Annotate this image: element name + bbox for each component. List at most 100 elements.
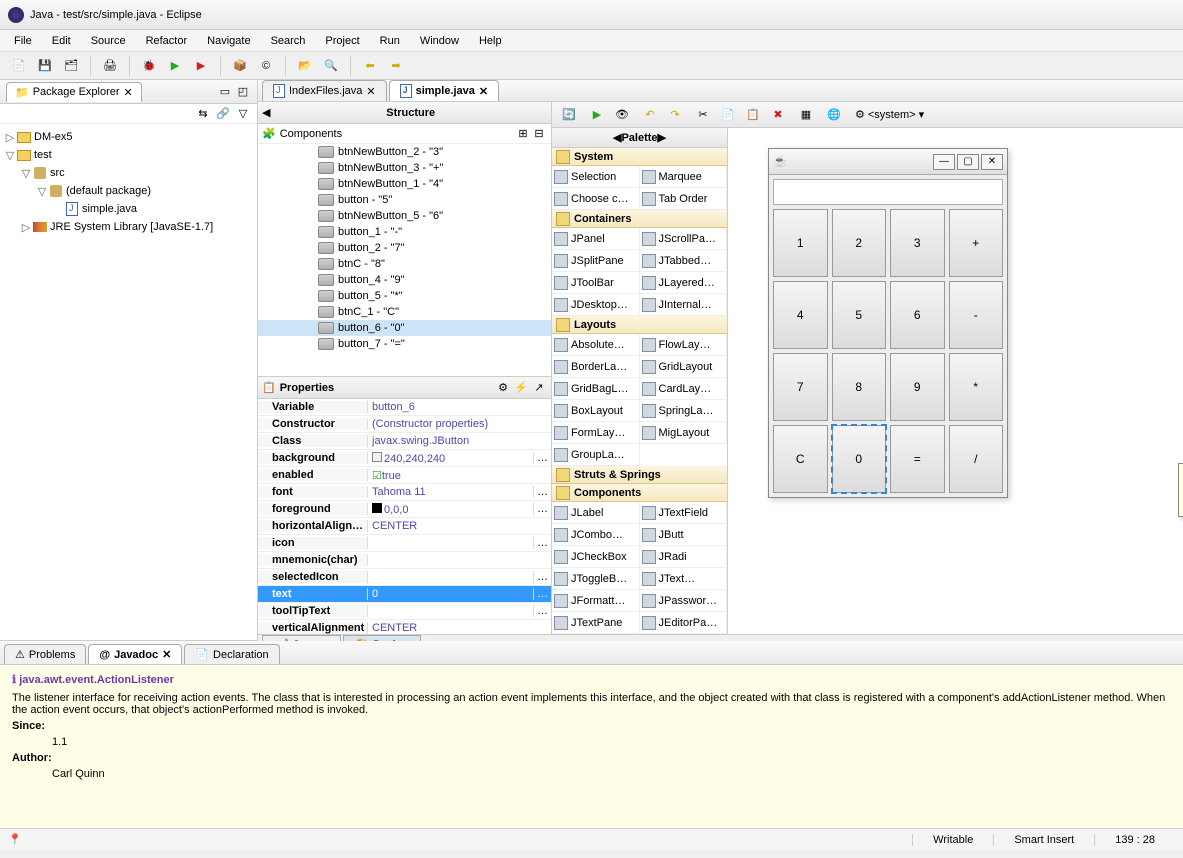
prop-edit-button[interactable]: … [533,605,551,617]
calc-button-9[interactable]: 9 [890,353,945,421]
component-item[interactable]: button_2 - "7" [258,240,551,256]
package-tree[interactable]: ▷DM-ex5▽test▽src▽(default package)simple… [0,124,257,640]
palette-item[interactable]: SpringLa… [640,400,728,422]
palette-cat-struts[interactable]: Struts & Springs [552,466,727,484]
calc-button-8[interactable]: 8 [832,353,887,421]
tree-item[interactable]: ▽test [4,146,253,164]
dropdown-icon[interactable]: ▾ [919,108,925,121]
component-item[interactable]: button - "5" [258,192,551,208]
test-icon[interactable]: ▶ [586,104,608,126]
menu-refactor[interactable]: Refactor [136,32,198,50]
calc-button-*[interactable]: * [949,353,1004,421]
palette-item[interactable]: MigLayout [640,422,728,444]
component-item[interactable]: button_1 - "-" [258,224,551,240]
frame-max-button[interactable]: ▢ [957,154,979,170]
preview-icon[interactable]: 👁 [611,104,633,126]
palette-item[interactable]: JPasswor… [640,590,728,612]
components-header[interactable]: 🧩 Components ⊞ ⊟ [258,124,551,144]
expand-all-icon[interactable]: ⊞ [515,126,531,142]
palette-item[interactable]: JScrollPa… [640,228,728,250]
bottom-tab-problems[interactable]: ⚠Problems [4,644,86,664]
prop-edit-button[interactable]: … [533,486,551,498]
palette-item[interactable]: JDesktop… [552,294,640,316]
copy-icon[interactable]: 📄 [717,104,739,126]
run-last-button[interactable]: ▶ [190,55,212,77]
menu-search[interactable]: Search [261,32,316,50]
palette-item[interactable]: BoxLayout [552,400,640,422]
palette-cat-containers[interactable]: Containers [552,210,727,228]
properties-table[interactable]: Variablebutton_6Constructor(Constructor … [258,399,551,634]
frame-close-button[interactable]: ✕ [981,154,1003,170]
properties-icon[interactable]: ▦ [795,104,817,126]
main-toolbar[interactable]: 📄 💾 🗂 🖨 🐞 ▶ ▶ 📦 © 📂 🔍 ⬅ ➡ [0,52,1183,80]
new-button[interactable]: 📄 [8,55,30,77]
calc-button-5[interactable]: 5 [832,281,887,349]
palette-item[interactable]: JTextPane [552,612,640,634]
component-item[interactable]: btnNewButton_2 - "3" [258,144,551,160]
palette-item[interactable]: JTextField [640,502,728,524]
palette-item[interactable]: JToggleB… [552,568,640,590]
calc-button-2[interactable]: 2 [832,209,887,277]
palette-item[interactable]: JPanel [552,228,640,250]
calc-button-C[interactable]: C [773,425,828,493]
open-type-button[interactable]: 📂 [294,55,316,77]
undo-icon[interactable]: ↶ [639,104,661,126]
component-item[interactable]: btnNewButton_3 - "+" [258,160,551,176]
props-goto-icon[interactable]: ↗ [531,380,547,396]
menu-edit[interactable]: Edit [42,32,81,50]
menu-help[interactable]: Help [469,32,512,50]
palette-item[interactable]: GridLayout [640,356,728,378]
property-row[interactable]: foreground0,0,0… [258,501,551,518]
minimize-icon[interactable]: ▭ [217,84,233,100]
tree-item[interactable]: simple.java [4,200,253,218]
view-menu-icon[interactable]: ▽ [235,106,251,122]
prop-edit-button[interactable]: … [533,571,551,583]
palette-item[interactable]: JText… [640,568,728,590]
component-item[interactable]: btnNewButton_1 - "4" [258,176,551,192]
palette-item[interactable]: Selection [552,166,640,188]
forward-button[interactable]: ➡ [385,55,407,77]
palette-item[interactable]: Absolute… [552,334,640,356]
refresh-icon[interactable]: 🔄 [558,104,580,126]
search-button[interactable]: 🔍 [320,55,342,77]
delete-icon[interactable]: ✖ [767,104,789,126]
palette-item[interactable]: JLabel [552,502,640,524]
menu-source[interactable]: Source [81,32,136,50]
tree-item[interactable]: ▷JRE System Library [JavaSE-1.7] [4,218,253,236]
property-row[interactable]: mnemonic(char) [258,552,551,569]
new-class-button[interactable]: © [255,55,277,77]
calc-button-/[interactable]: / [949,425,1004,493]
components-list[interactable]: btnNewButton_2 - "3"btnNewButton_3 - "+"… [258,144,551,376]
design-canvas[interactable]: ☕ — ▢ ✕ 123+456-789*C0=/ [728,128,1183,634]
palette-cat-layouts[interactable]: Layouts [552,316,727,334]
property-row[interactable]: icon… [258,535,551,552]
editor-tab[interactable]: simple.java✕ [389,80,500,101]
property-row[interactable]: toolTipText… [258,603,551,620]
palette-item[interactable]: BorderLa… [552,356,640,378]
calc-button-3[interactable]: 3 [890,209,945,277]
tree-item[interactable]: ▷DM-ex5 [4,128,253,146]
component-item[interactable]: button_4 - "9" [258,272,551,288]
cut-icon[interactable]: ✂ [692,104,714,126]
bottom-tab-declaration[interactable]: 📄Declaration [184,644,279,664]
property-row[interactable]: Constructor(Constructor properties) [258,416,551,433]
palette-cat-system[interactable]: System [552,148,727,166]
props-events-icon[interactable]: ⚡ [513,380,529,396]
prop-edit-button[interactable]: … [533,503,551,515]
property-row[interactable]: horizontalAlign…CENTER [258,518,551,535]
menu-file[interactable]: File [4,32,42,50]
menu-project[interactable]: Project [315,32,369,50]
calc-button-6[interactable]: 6 [890,281,945,349]
save-all-button[interactable]: 🗂 [60,55,82,77]
run-button[interactable]: ▶ [164,55,186,77]
component-item[interactable]: button_6 - "0" [258,320,551,336]
component-item[interactable]: button_5 - "*" [258,288,551,304]
palette-item[interactable]: JCombo… [552,524,640,546]
menu-navigate[interactable]: Navigate [197,32,260,50]
palette-item[interactable]: JRadi [640,546,728,568]
palette-item[interactable]: FormLay… [552,422,640,444]
save-button[interactable]: 💾 [34,55,56,77]
property-row[interactable]: verticalAlignmentCENTER [258,620,551,634]
palette-item[interactable]: Marquee [640,166,728,188]
property-row[interactable]: enabled☑true [258,467,551,484]
